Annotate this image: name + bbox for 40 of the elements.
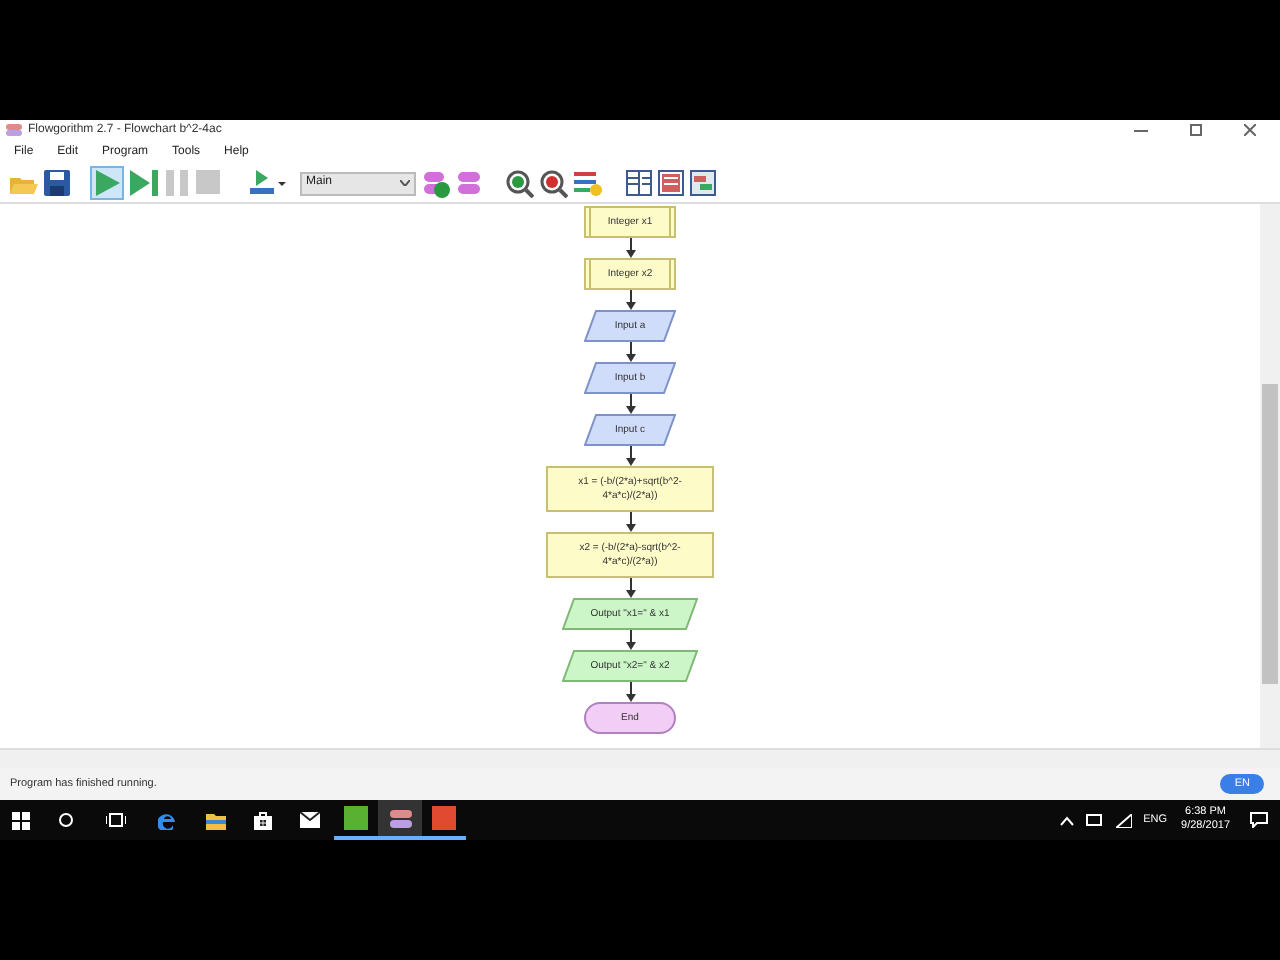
windows-start-icon[interactable] [12,811,30,829]
flow-arrow [625,578,635,598]
zoom-in-icon[interactable] [506,169,534,197]
minimize-button[interactable] [1134,125,1148,135]
search-icon[interactable] [58,812,74,828]
layout-icon[interactable] [690,170,716,196]
speed-icon[interactable] [250,170,286,196]
store-icon[interactable] [254,811,272,829]
taskbar-app-icon[interactable] [378,800,422,840]
horizontal-scrollbar[interactable] [0,748,1280,768]
flow-arrow [625,630,635,650]
flow-arrow [625,682,635,702]
taskbar-app-icon[interactable] [422,800,466,840]
flow-arrow [625,394,635,414]
browser-icon[interactable] [158,811,176,829]
step-icon[interactable] [130,170,158,196]
notification-icon[interactable] [1250,812,1268,828]
vertical-scrollbar[interactable] [1260,204,1280,748]
layout-icon[interactable] [626,170,652,196]
chevron-up-icon[interactable] [1059,815,1074,825]
chevron-down-icon [400,180,410,186]
delete-function-icon[interactable] [456,170,482,196]
folder-icon[interactable] [206,811,226,829]
battery-icon[interactable] [1085,814,1104,826]
flow-arrow [625,290,635,310]
task-view-icon[interactable] [106,812,126,828]
flow-arrow [625,238,635,258]
variable-watch-icon[interactable] [574,170,602,196]
flow-arrow [625,342,635,362]
save-icon[interactable] [44,170,70,196]
flow-arrow [625,446,635,466]
zoom-out-icon[interactable] [540,169,568,197]
flow-arrow [625,512,635,532]
mail-icon[interactable] [300,812,320,828]
maximize-button[interactable] [1190,124,1202,136]
add-function-icon[interactable] [422,169,450,197]
app-icon [6,122,22,138]
close-button[interactable] [1244,124,1256,136]
layout-icon[interactable] [658,170,684,196]
network-icon[interactable] [1115,813,1132,827]
